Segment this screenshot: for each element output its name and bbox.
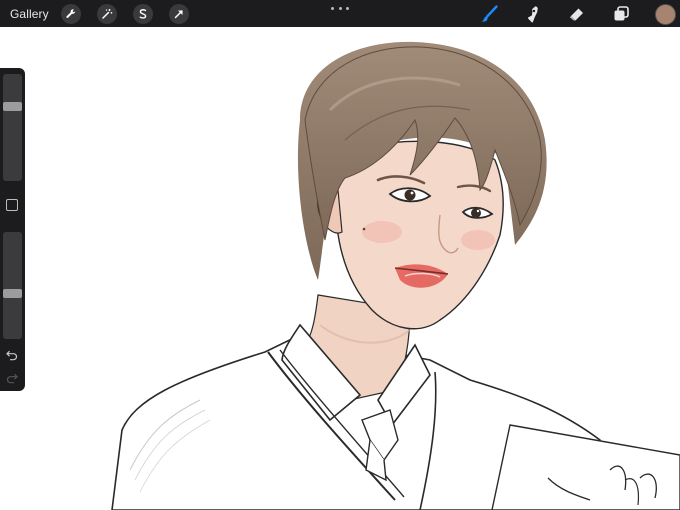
brush-icon[interactable] — [479, 4, 499, 24]
eraser-icon[interactable] — [567, 4, 587, 24]
more-options-icon[interactable] — [331, 7, 349, 11]
top-toolbar: Gallery — [0, 0, 680, 27]
redo-icon[interactable] — [5, 371, 19, 384]
undo-icon[interactable] — [5, 348, 19, 361]
color-picker-swatch[interactable] — [655, 4, 676, 25]
magic-wand-icon[interactable] — [97, 4, 117, 24]
gallery-button[interactable]: Gallery — [10, 7, 49, 21]
left-sidebar — [0, 68, 25, 391]
selection-icon[interactable] — [133, 4, 153, 24]
drawing-canvas[interactable] — [0, 27, 680, 510]
wrench-icon[interactable] — [61, 4, 81, 24]
illustration — [111, 41, 680, 510]
brush-size-thumb[interactable] — [3, 102, 22, 111]
smudge-icon[interactable] — [523, 4, 543, 24]
opacity-thumb[interactable] — [3, 289, 22, 298]
layers-icon[interactable] — [611, 4, 631, 24]
opacity-slider[interactable] — [3, 232, 22, 339]
transform-arrow-icon[interactable] — [169, 4, 189, 24]
modify-button[interactable] — [6, 199, 18, 211]
brush-size-slider[interactable] — [3, 74, 22, 181]
